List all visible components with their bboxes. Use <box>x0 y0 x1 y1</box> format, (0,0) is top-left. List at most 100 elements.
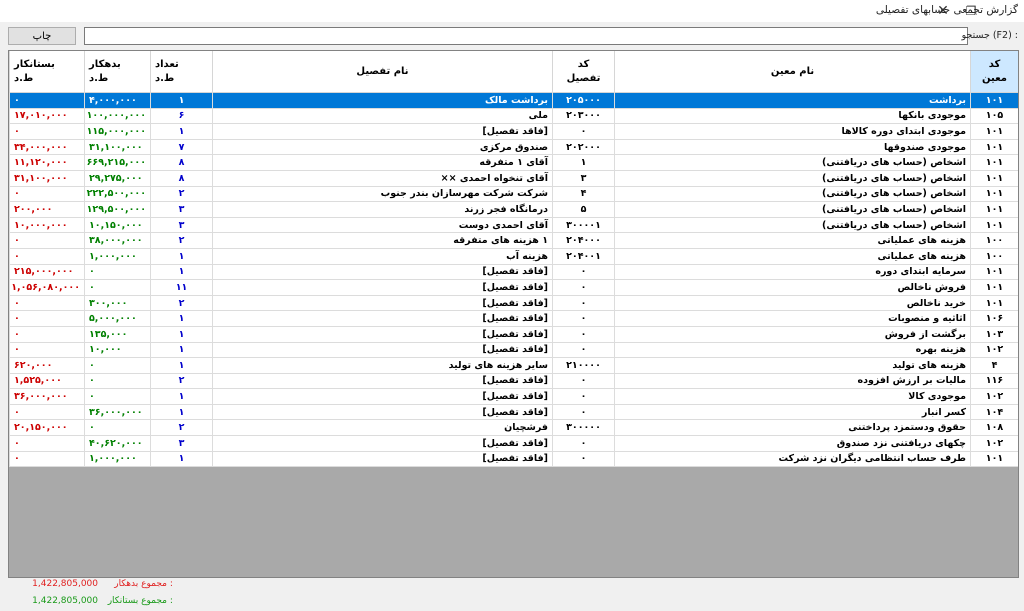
cell-credit[interactable]: ۰ <box>9 123 85 140</box>
search-input[interactable] <box>84 27 968 45</box>
cell-count[interactable]: ۱ <box>150 247 213 265</box>
cell-debit[interactable]: ۱۲۹,۵۰۰,۰۰۰ <box>84 201 151 218</box>
cell-detail-name[interactable]: صندوق مرکزی <box>212 138 553 156</box>
cell-count[interactable]: ۱ <box>150 263 213 281</box>
cell-detail-code[interactable]: ۰ <box>552 279 615 296</box>
cell-detail-code[interactable]: ۲۰۴۰۰۱ <box>552 247 615 265</box>
cell-credit[interactable]: ۲۰۰,۰۰۰ <box>9 201 85 218</box>
table-row[interactable]: ۱۰۱ اشخاص (حساب های دریافتنی) ۱ آقای ۱ متفر… <box>9 154 1018 171</box>
cell-credit[interactable]: ۰ <box>9 92 85 109</box>
cell-credit[interactable]: ۳۶,۰۰۰,۰۰۰ <box>9 388 85 405</box>
cell-moin-code[interactable]: ۱۰۲ <box>970 435 1018 452</box>
cell-debit[interactable]: ۱۰۰,۰۰۰,۰۰۰ <box>84 107 151 125</box>
cell-credit[interactable]: ۲۰,۱۵۰,۰۰۰ <box>9 419 85 437</box>
cell-count[interactable]: ۱ <box>150 357 213 374</box>
table-row[interactable]: ۱۰۱ خرید ناخالص ۰ [فاقد تفصیل] ۲ ۳۰۰,۰۰۰ ۰ <box>9 294 1018 312</box>
cell-moin-code[interactable]: ۱۰۱ <box>970 450 1018 468</box>
cell-moin-code[interactable]: ۱۰۱ <box>970 169 1018 187</box>
table-row[interactable]: ۱۰۴ کسر انبار ۰ [فاقد تفصیل] ۱ ۳۶,۰۰۰,۰۰۰ ۰ <box>9 403 1018 421</box>
cell-detail-name[interactable]: ملی <box>212 107 553 125</box>
cell-moin-name[interactable]: اشخاص (حساب های دریافتنی) <box>614 185 971 203</box>
cell-detail-code[interactable]: ۲۱۰۰۰۰ <box>552 357 615 374</box>
cell-moin-code[interactable]: ۴ <box>970 357 1018 374</box>
cell-credit[interactable]: ۰ <box>9 247 85 265</box>
cell-debit[interactable]: ۰ <box>84 419 151 437</box>
column-header-credit[interactable]: بستانکار ط.د <box>9 51 85 93</box>
cell-credit[interactable]: ۰ <box>9 403 85 421</box>
cell-moin-code[interactable]: ۱۰۱ <box>970 154 1018 171</box>
cell-moin-code[interactable]: ۱۰۵ <box>970 107 1018 125</box>
cell-moin-code[interactable]: ۱۰۲ <box>970 341 1018 359</box>
cell-detail-code[interactable]: ۳۰۰۰۰۰ <box>552 419 615 437</box>
cell-debit[interactable]: ۲۹,۲۷۵,۰۰۰ <box>84 169 151 187</box>
cell-count[interactable]: ۱ <box>150 325 213 343</box>
cell-debit[interactable]: ۱,۰۰۰,۰۰۰ <box>84 247 151 265</box>
cell-debit[interactable]: ۳۸,۰۰۰,۰۰۰ <box>84 232 151 249</box>
cell-debit[interactable]: ۴,۰۰۰,۰۰۰ <box>84 92 151 109</box>
cell-debit[interactable]: ۳۶,۰۰۰,۰۰۰ <box>84 403 151 421</box>
cell-moin-code[interactable]: ۱۰۴ <box>970 403 1018 421</box>
cell-debit[interactable]: ۲۲۲,۵۰۰,۰۰۰ <box>84 185 151 203</box>
cell-detail-name[interactable]: آقای احمدی دوست <box>212 216 553 234</box>
cell-moin-name[interactable]: اشخاص (حساب های دریافتنی) <box>614 154 971 171</box>
cell-debit[interactable]: ۳۰۰,۰۰۰ <box>84 294 151 312</box>
cell-detail-name[interactable]: [فاقد تفصیل] <box>212 123 553 140</box>
column-header-moin-name[interactable]: نام معین <box>614 51 971 93</box>
cell-detail-code[interactable]: ۰ <box>552 263 615 281</box>
cell-credit[interactable]: ۳۱,۱۰۰,۰۰۰ <box>9 169 85 187</box>
table-row[interactable]: ۱۰۲ چکهای دریافتنی نزد صندوق ۰ [فاقد تفصیل]… <box>9 435 1018 452</box>
cell-credit[interactable]: ۳۴,۰۰۰,۰۰۰ <box>9 138 85 156</box>
cell-moin-name[interactable]: مالیات بر ارزش افزوده <box>614 372 971 390</box>
cell-detail-name[interactable]: [فاقد تفصیل] <box>212 294 553 312</box>
cell-count[interactable]: ۷ <box>150 138 213 156</box>
cell-count[interactable]: ۸ <box>150 169 213 187</box>
table-row[interactable]: ۱۰۱ طرف حساب انتظامی دیگران نزد شرکت ۰ [فاق… <box>9 450 1018 468</box>
cell-count[interactable]: ۱ <box>150 388 213 405</box>
table-row[interactable]: ۱۰۰ هزینه های عملیاتی ۲۰۴۰۰۱ هزینه آب ۱ ۱,۰۰۰… <box>9 247 1018 265</box>
cell-moin-name[interactable]: کسر انبار <box>614 403 971 421</box>
cell-credit[interactable]: ۰ <box>9 294 85 312</box>
cell-detail-code[interactable]: ۰ <box>552 310 615 327</box>
cell-moin-code[interactable]: ۱۰۶ <box>970 310 1018 327</box>
cell-moin-name[interactable]: هزینه بهره <box>614 341 971 359</box>
cell-moin-code[interactable]: ۱۰۸ <box>970 419 1018 437</box>
cell-count[interactable]: ۱ <box>150 92 213 109</box>
cell-debit[interactable]: ۱۳۵,۰۰۰ <box>84 325 151 343</box>
cell-count[interactable]: ۳ <box>150 435 213 452</box>
cell-detail-name[interactable]: [فاقد تفصیل] <box>212 435 553 452</box>
cell-moin-name[interactable]: حقوق ودستمزد پرداختنی <box>614 419 971 437</box>
cell-debit[interactable]: ۰ <box>84 357 151 374</box>
table-row[interactable]: ۱۰۱ اشخاص (حساب های دریافتنی) ۵ درمانگاه فج… <box>9 201 1018 218</box>
cell-credit[interactable]: ۲۱۵,۰۰۰,۰۰۰ <box>9 263 85 281</box>
table-row[interactable]: ۱۰۱ برداشت ۲۰۵۰۰۰ برداشت مالک ۱ ۴,۰۰۰,۰۰۰ ۰ <box>9 92 1018 109</box>
cell-detail-code[interactable]: ۰ <box>552 294 615 312</box>
cell-count[interactable]: ۲ <box>150 294 213 312</box>
cell-count[interactable]: ۱ <box>150 450 213 468</box>
table-row[interactable]: ۱۰۱ موجودی صندوقها ۲۰۲۰۰۰ صندوق مرکزی ۷ ۳۱,۱۰… <box>9 138 1018 156</box>
cell-debit[interactable]: ۱,۰۰۰,۰۰۰ <box>84 450 151 468</box>
cell-credit[interactable]: ۰ <box>9 185 85 203</box>
cell-detail-name[interactable]: [فاقد تفصیل] <box>212 279 553 296</box>
cell-moin-code[interactable]: ۱۰۱ <box>970 123 1018 140</box>
cell-detail-name[interactable]: آقای تنخواه احمدی ×× <box>212 169 553 187</box>
cell-debit[interactable]: ۵,۰۰۰,۰۰۰ <box>84 310 151 327</box>
table-row[interactable]: ۱۰۱ فروش ناخالص ۰ [فاقد تفصیل] ۱۱ ۰ ۱,۰۵۶,۰۸۰,… <box>9 279 1018 296</box>
cell-moin-name[interactable]: سرمایه ابتدای دوره <box>614 263 971 281</box>
cell-moin-name[interactable]: برداشت <box>614 92 971 109</box>
table-row[interactable]: ۱۱۶ مالیات بر ارزش افزوده ۰ [فاقد تفصیل] ۲ ۰ ۱… <box>9 372 1018 390</box>
cell-detail-code[interactable]: ۲۰۲۰۰۰ <box>552 138 615 156</box>
cell-detail-name[interactable]: آقای ۱ متفرقه <box>212 154 553 171</box>
cell-moin-name[interactable]: اشخاص (حساب های دریافتنی) <box>614 169 971 187</box>
print-button[interactable]: چاپ <box>8 27 76 45</box>
table-row[interactable]: ۱۰۸ حقوق ودستمزد پرداختنی ۳۰۰۰۰۰ فرشچیان ۲ ۰ ۲… <box>9 419 1018 437</box>
cell-detail-name[interactable]: درمانگاه فجر زرند <box>212 201 553 218</box>
cell-detail-name[interactable]: [فاقد تفصیل] <box>212 325 553 343</box>
cell-detail-name[interactable]: [فاقد تفصیل] <box>212 388 553 405</box>
cell-detail-name[interactable]: ۱ هزینه های متفرقه <box>212 232 553 249</box>
cell-detail-code[interactable]: ۱ <box>552 154 615 171</box>
cell-credit[interactable]: ۱۰,۰۰۰,۰۰۰ <box>9 216 85 234</box>
cell-detail-name[interactable]: [فاقد تفصیل] <box>212 372 553 390</box>
cell-moin-code[interactable]: ۱۰۱ <box>970 138 1018 156</box>
cell-detail-name[interactable]: سایر هزینه های تولید <box>212 357 553 374</box>
cell-detail-code[interactable]: ۲۰۴۰۰۰ <box>552 232 615 249</box>
